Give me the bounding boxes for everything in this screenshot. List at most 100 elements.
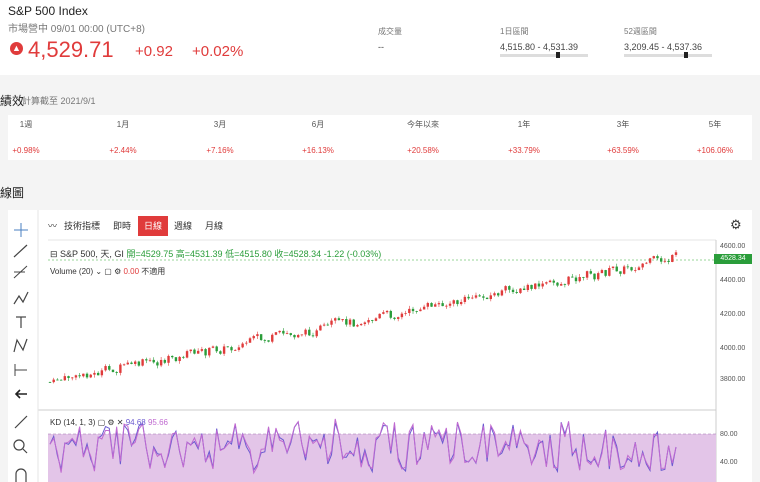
candle-body [637, 267, 641, 270]
dropdown-icon[interactable]: ⌄ ▢ ⚙ [95, 267, 123, 276]
candle-body [345, 319, 348, 325]
settings-gear-icon[interactable]: ⚙ [730, 217, 742, 233]
candle-body [485, 297, 489, 300]
candle-body [111, 369, 115, 372]
candle-body [508, 286, 511, 290]
candle-body [89, 374, 92, 378]
candle-body [133, 361, 137, 364]
candle-body [522, 288, 526, 291]
candle-body [159, 359, 163, 366]
indicator-icon[interactable]: 〰 [48, 219, 57, 232]
candle-body [467, 296, 470, 299]
candle-body [385, 310, 389, 313]
candle-body [652, 256, 655, 259]
candle-body [659, 258, 663, 262]
candle-body [548, 280, 552, 283]
candle-body [185, 351, 189, 358]
candle-body [78, 375, 81, 377]
candle-body [563, 284, 567, 285]
candle-body [574, 277, 578, 282]
path-icon [13, 338, 28, 353]
candle-body [626, 266, 630, 268]
candle-body [174, 357, 178, 362]
candle-body [341, 319, 344, 321]
candle-body [108, 366, 111, 370]
volume-indicator-label[interactable]: Volume (20) [50, 267, 93, 276]
fib-icon [13, 265, 28, 279]
candle-body [100, 370, 104, 376]
candle-body [456, 300, 459, 305]
candle-body [671, 254, 674, 262]
candle-body [452, 300, 455, 304]
volume-legend: Volume (20) ⌄ ▢ ⚙ 0.00 不適用 [50, 266, 165, 277]
candle-body [530, 284, 533, 289]
tab-monthly[interactable]: 月線 [205, 219, 223, 232]
candle-body [326, 324, 330, 326]
candle-body [641, 263, 644, 268]
candle-body [200, 349, 204, 351]
candle-body [300, 334, 304, 336]
volume-label: 成交量 [378, 27, 402, 36]
zoom-icon [13, 439, 28, 454]
kd-label[interactable]: KD (14, 1, 3) [50, 418, 95, 427]
tab-weekly[interactable]: 週線 [174, 219, 192, 232]
tab-indicators[interactable]: 技術指標 [64, 219, 100, 232]
candle-body [656, 256, 659, 259]
candle-body [367, 320, 370, 323]
tab-daily[interactable]: 日線 [138, 216, 168, 236]
crosshair-icon [14, 223, 28, 237]
candle-body [437, 303, 441, 305]
wk52-range-stat: 52週區間 3,209.45 - 4,537.36 [624, 26, 702, 52]
candle-body [411, 308, 415, 312]
candle-body [434, 304, 437, 307]
candle-body [196, 350, 200, 354]
price-tick: 3800.00 [720, 376, 746, 383]
candle-body [600, 270, 604, 274]
candle-body [52, 379, 55, 383]
kd-k-value: 94.68 [125, 418, 146, 427]
pattern-icon [13, 291, 29, 305]
candle-body [222, 346, 226, 354]
candle-body [204, 349, 207, 356]
candle-body [285, 333, 289, 334]
ruler-icon [14, 415, 28, 429]
candle-body [634, 269, 637, 271]
candle-body [130, 362, 133, 364]
price-change: +0.92 [135, 43, 173, 60]
candle-body [556, 282, 559, 286]
candle-body [582, 277, 585, 278]
candle-body [271, 334, 274, 342]
candle-body [234, 349, 237, 351]
candle-body [145, 359, 148, 361]
candle-body [541, 283, 544, 287]
candle-body [571, 276, 574, 278]
collapse-icon[interactable]: ⊟ [50, 249, 60, 259]
candle-body [511, 289, 515, 293]
candle-body [611, 266, 615, 268]
candle-body [156, 362, 159, 366]
candle-body [304, 329, 307, 335]
candle-body [537, 283, 541, 287]
candle-body [622, 266, 626, 274]
candle-body [396, 317, 400, 319]
perf-col-1m: 1月 +2.44% [109, 120, 137, 155]
candle-body [585, 271, 589, 278]
candle-body [589, 271, 593, 274]
candle-body [363, 322, 367, 325]
candle-body [152, 359, 155, 363]
day-range-label: 1日區間 [500, 27, 529, 36]
candle-body [163, 359, 167, 363]
candle-body [219, 351, 222, 354]
candle-body [252, 336, 255, 339]
candle-body [167, 355, 170, 363]
candle-body [422, 306, 426, 310]
legend-close: 收=4528.34 [274, 249, 322, 259]
candle-body [608, 267, 611, 276]
candle-body [211, 346, 215, 348]
tab-realtime[interactable]: 即時 [113, 219, 131, 232]
candle-body [293, 334, 296, 338]
candle-body [667, 260, 670, 262]
kd-controls-icon[interactable]: ▢ ⚙ ✕ [98, 418, 126, 427]
candle-body [489, 295, 492, 300]
candle-body [348, 319, 352, 325]
